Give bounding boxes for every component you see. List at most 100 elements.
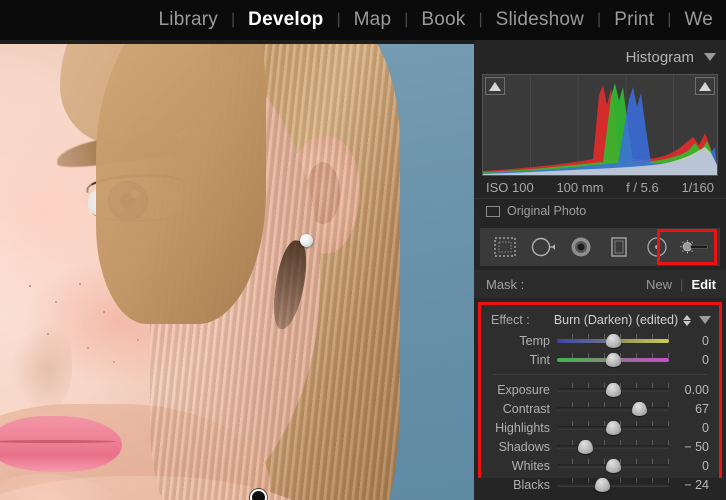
effect-row: Effect : Burn (Darken) (edited)	[481, 309, 719, 331]
slider-contrast[interactable]: Contrast 67	[481, 399, 719, 418]
slider-track[interactable]	[557, 477, 669, 492]
exif-info: ISO 100 100 mm f / 5.6 1/160	[474, 176, 726, 198]
effect-disclosure-icon[interactable]	[699, 316, 711, 324]
lips	[0, 416, 122, 472]
slider-fill	[557, 482, 669, 487]
linear-gradient-tool[interactable]	[528, 234, 558, 260]
slider-value[interactable]: 0	[669, 459, 713, 473]
slider-whites[interactable]: Whites 0	[481, 456, 719, 475]
chevron-down-icon[interactable]	[683, 320, 691, 326]
slider-temp[interactable]: Temp 0	[481, 331, 719, 350]
original-photo-label: Original Photo	[507, 204, 587, 218]
module-slideshow[interactable]: Slideshow	[483, 0, 597, 40]
module-library[interactable]: Library	[146, 0, 231, 40]
original-photo-row[interactable]: Original Photo	[474, 198, 726, 223]
slider-label: Shadows	[498, 439, 550, 454]
slider-value[interactable]: − 50	[669, 440, 713, 454]
module-list: Library | Develop | Map | Book | Slidesh…	[146, 0, 726, 40]
exif-shutter-speed: 1/160	[681, 180, 714, 195]
mask-separator: |	[680, 276, 684, 292]
slider-track[interactable]	[557, 333, 669, 348]
slider-value[interactable]: − 24	[669, 478, 713, 492]
slider-label: Whites	[511, 458, 550, 473]
slider-shadows[interactable]: Shadows − 50	[481, 437, 719, 456]
lightroom-develop-window: Library | Develop | Map | Book | Slidesh…	[0, 0, 726, 500]
slider-handle[interactable]	[606, 420, 621, 435]
slider-track[interactable]	[557, 401, 669, 416]
slider-track[interactable]	[557, 458, 669, 473]
slider-value[interactable]: 0	[669, 353, 713, 367]
slider-handle[interactable]	[594, 477, 610, 492]
adjustment-brush-tool[interactable]	[680, 234, 710, 260]
slider-ticks	[557, 401, 669, 407]
slider-ticks	[557, 477, 669, 483]
image-stage	[0, 40, 474, 500]
color-range-tool[interactable]	[604, 234, 634, 260]
slider-handle[interactable]	[606, 458, 621, 473]
select-subject-tool[interactable]	[490, 234, 520, 260]
nose-shadow	[12, 324, 72, 414]
mask-label: Mask :	[486, 276, 525, 292]
mask-new-button[interactable]: New	[646, 277, 672, 292]
exif-focal-length: 100 mm	[556, 180, 604, 195]
slider-label: Exposure	[497, 382, 550, 397]
slider-blacks[interactable]: Blacks − 24	[481, 475, 719, 494]
slider-handle[interactable]	[578, 439, 593, 454]
slider-exposure[interactable]: Exposure 0.00	[481, 380, 719, 399]
slider-track[interactable]	[557, 382, 669, 397]
histogram-container	[474, 74, 726, 176]
effect-label: Effect :	[491, 313, 530, 327]
module-bar: Library | Develop | Map | Book | Slidesh…	[0, 0, 726, 40]
slider-label: Contrast	[502, 401, 550, 416]
exif-aperture: f / 5.6	[626, 180, 659, 195]
slider-track[interactable]	[557, 420, 669, 435]
checkbox-icon[interactable]	[486, 205, 500, 217]
mask-toolbar-container	[474, 223, 726, 266]
chevron-down-icon[interactable]	[704, 53, 716, 61]
earring	[300, 234, 313, 247]
slider-fill	[557, 444, 669, 449]
mask-row: Mask : New | Edit	[474, 270, 726, 298]
photo-preview[interactable]	[0, 44, 474, 500]
slider-track[interactable]	[557, 352, 669, 367]
shadow-clipping-indicator[interactable]	[485, 77, 505, 95]
slider-handle[interactable]	[631, 401, 647, 416]
mask-toolbar	[480, 228, 720, 266]
slider-tint[interactable]: Tint 0	[481, 350, 719, 369]
slider-value[interactable]: 0	[669, 421, 713, 435]
histogram-chart[interactable]	[482, 74, 718, 176]
module-map[interactable]: Map	[341, 0, 405, 40]
right-panel: Histogram ISO 100 100 mm f / 5.6 1/160 O…	[474, 40, 726, 500]
radial-gradient-tool[interactable]	[566, 234, 596, 260]
slider-value[interactable]: 0	[669, 334, 713, 348]
slider-value[interactable]: 67	[669, 402, 713, 416]
slider-handle[interactable]	[606, 352, 621, 367]
slider-value[interactable]: 0.00	[669, 383, 713, 397]
mask-pin-marker[interactable]	[250, 489, 267, 500]
slider-label: Tint	[529, 352, 550, 367]
slider-label: Temp	[519, 333, 550, 348]
module-book[interactable]: Book	[408, 0, 478, 40]
slider-highlights[interactable]: Highlights 0	[481, 418, 719, 437]
luminance-range-tool[interactable]	[642, 234, 672, 260]
section-divider	[493, 374, 707, 375]
effect-value[interactable]: Burn (Darken) (edited)	[549, 313, 683, 327]
slider-track[interactable]	[557, 439, 669, 454]
mask-edit-button[interactable]: Edit	[691, 277, 716, 292]
module-print[interactable]: Print	[601, 0, 667, 40]
chevron-up-icon[interactable]	[683, 314, 691, 320]
module-web[interactable]: We	[671, 0, 726, 40]
slider-label: Blacks	[513, 477, 550, 492]
highlight-clipping-indicator[interactable]	[695, 77, 715, 95]
effect-panel: Effect : Burn (Darken) (edited) Temp 0 T…	[478, 302, 722, 492]
effect-stepper[interactable]	[683, 314, 691, 326]
slider-ticks	[557, 439, 669, 445]
slider-fill	[557, 406, 669, 411]
histogram-title: Histogram	[625, 48, 694, 66]
exif-iso: ISO 100	[486, 180, 534, 195]
slider-handle[interactable]	[606, 382, 621, 397]
slider-handle[interactable]	[606, 333, 621, 348]
histogram-plot	[483, 83, 717, 175]
module-develop[interactable]: Develop	[235, 0, 336, 40]
histogram-header[interactable]: Histogram	[474, 40, 726, 74]
